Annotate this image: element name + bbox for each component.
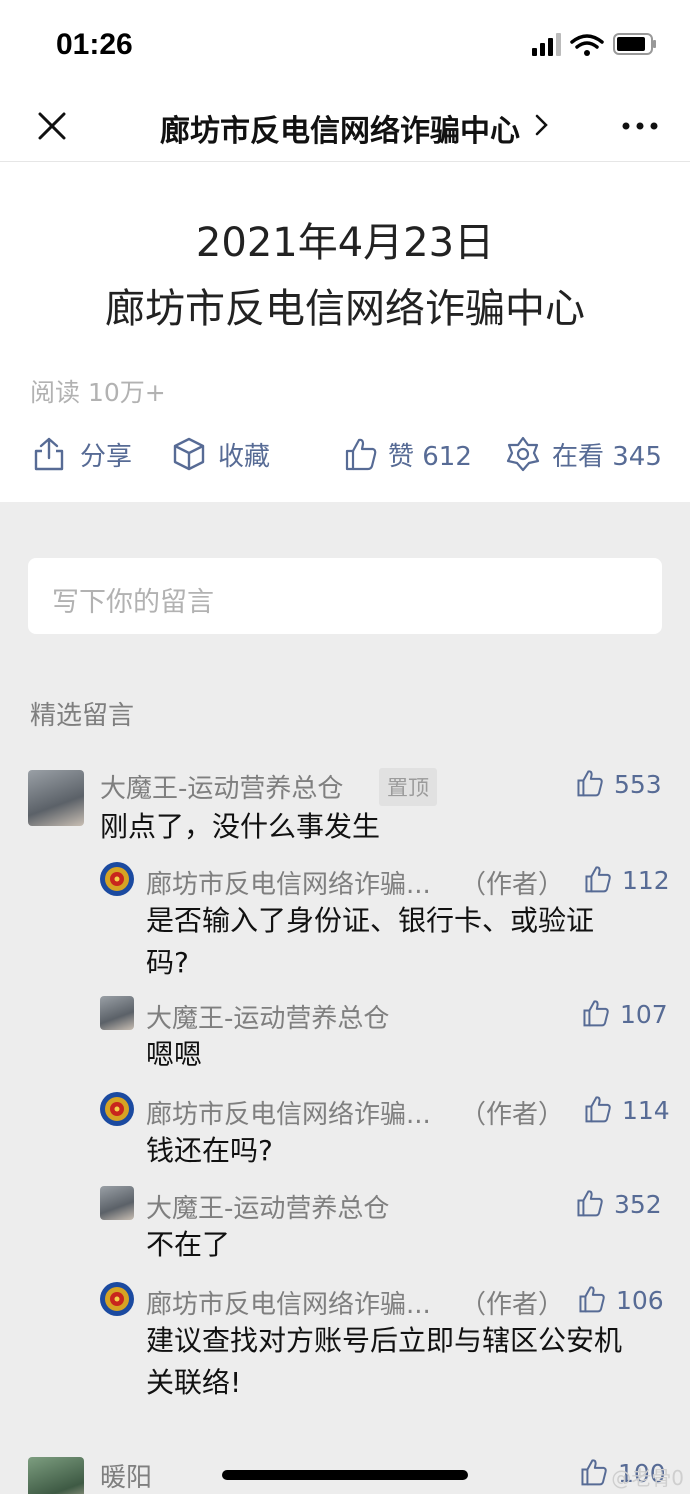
reply-like-count: 107 [620, 1000, 668, 1029]
share-button[interactable]: 分享 [32, 432, 142, 476]
police-badge-avatar[interactable] [100, 1092, 134, 1126]
avatar[interactable] [100, 996, 134, 1030]
thumbs-up-icon [579, 1286, 605, 1313]
comment-input[interactable]: 写下你的留言 [28, 558, 662, 634]
reply-like-button[interactable]: 352 [576, 1188, 666, 1222]
comment-author[interactable]: 大魔王-运动营养总仓 [100, 768, 343, 805]
avatar[interactable] [28, 770, 84, 826]
favorite-label: 收藏 [218, 442, 271, 472]
reply-author[interactable]: 廊坊市反电信网络诈骗... [146, 864, 431, 901]
like-button[interactable]: 赞 612 [344, 432, 474, 476]
thumbs-up-icon [583, 1000, 609, 1027]
reply-text-line1: 是否输入了身份证、银行卡、或验证 [146, 904, 595, 937]
police-badge-avatar[interactable] [100, 862, 134, 896]
thumbs-up-icon [577, 1190, 603, 1217]
watermark: @老骨0 [611, 1466, 684, 1490]
reply-author[interactable]: 廊坊市反电信网络诈骗... [146, 1094, 431, 1131]
comment-like-button[interactable]: 553 [576, 768, 666, 802]
nav-bar: 廊坊市反电信网络诈骗中心 [0, 90, 690, 162]
close-button[interactable] [30, 104, 74, 148]
close-icon [38, 112, 66, 140]
avatar[interactable] [100, 1186, 134, 1220]
watching-button[interactable]: 在看 345 [506, 432, 666, 476]
reply-item: 大魔王-运动营养总仓 352 不在了 [0, 1186, 690, 1266]
share-icon [34, 437, 64, 471]
police-emblem-icon [105, 1097, 129, 1121]
status-bar: 01:26 [0, 0, 690, 90]
watching-count-label: 在看 345 [552, 442, 662, 472]
article-author-line: 廊坊市反电信网络诈骗中心 [105, 286, 585, 332]
like-count-label: 赞 612 [388, 442, 472, 472]
reply-item: 廊坊市反电信网络诈骗... （作者） 114 钱还在吗? [0, 1092, 690, 1172]
reply-like-count: 106 [616, 1286, 664, 1315]
featured-comments-title: 精选留言 [30, 701, 135, 731]
author-tag: （作者） [460, 1290, 565, 1320]
reply-like-count: 112 [622, 866, 670, 895]
police-badge-avatar[interactable] [100, 1282, 134, 1316]
author-tag: （作者） [460, 1100, 565, 1130]
pinned-badge: 置顶 [379, 768, 437, 806]
reply-author[interactable]: 大魔王-运动营养总仓 [146, 1188, 389, 1225]
chevron-right-icon[interactable] [533, 110, 551, 140]
thumbs-up-icon [585, 866, 611, 893]
reply-like-count: 352 [614, 1190, 662, 1219]
thumbs-up-icon [345, 438, 377, 471]
reply-item: 大魔王-运动营养总仓 107 嗯嗯 [0, 996, 690, 1076]
author-tag: （作者） [460, 870, 565, 900]
reply-item: 廊坊市反电信网络诈骗... （作者） 106 建议查找对方账号后立即与辖区公安机… [0, 1282, 690, 1402]
comment-input-placeholder: 写下你的留言 [52, 587, 214, 618]
comment-item: 大魔王-运动营养总仓 置顶 553 刚点了，没什么事发生 [0, 768, 690, 843]
reply-like-button[interactable]: 106 [578, 1284, 668, 1318]
read-count: 阅读 10万+ [30, 378, 166, 407]
police-emblem-icon [105, 1287, 129, 1311]
cube-favorite-icon [173, 437, 205, 471]
reply-text: 不在了 [146, 1228, 231, 1261]
thumbs-up-icon [581, 1459, 607, 1486]
comment-like-count: 553 [614, 770, 662, 799]
comment-text: 刚点了，没什么事发生 [100, 810, 381, 843]
reply-author[interactable]: 大魔王-运动营养总仓 [146, 998, 389, 1035]
more-dots-icon [622, 122, 658, 130]
comment-author[interactable]: 暖阳 [100, 1457, 152, 1494]
more-button[interactable] [620, 108, 660, 144]
share-label: 分享 [80, 442, 133, 472]
article-header: 2021年4月23日 廊坊市反电信网络诈骗中心 阅读 10万+ 分享 收藏 赞 … [0, 162, 690, 502]
reply-text-line1: 建议查找对方账号后立即与辖区公安机 [146, 1324, 623, 1357]
thumbs-up-icon [577, 770, 603, 797]
reply-text-line2: 码? [146, 946, 189, 979]
article-date: 2021年4月23日 [195, 220, 495, 266]
home-indicator[interactable] [222, 1470, 468, 1480]
reply-like-button[interactable]: 114 [584, 1094, 674, 1128]
status-icons [530, 30, 660, 60]
reply-author[interactable]: 廊坊市反电信网络诈骗... [146, 1284, 431, 1321]
watching-flower-icon [506, 436, 540, 472]
reply-item: 廊坊市反电信网络诈骗... （作者） 112 是否输入了身份证、银行卡、或验证 … [0, 862, 690, 982]
reply-like-button[interactable]: 112 [584, 864, 674, 898]
reply-text: 钱还在吗? [146, 1134, 273, 1167]
police-emblem-icon [105, 867, 129, 891]
reply-text-line2: 关联络! [146, 1366, 242, 1399]
status-time: 01:26 [56, 28, 133, 61]
signal-wifi-battery-icon [532, 33, 656, 56]
reply-like-button[interactable]: 107 [582, 998, 672, 1032]
account-title[interactable]: 廊坊市反电信网络诈骗中心 [160, 106, 520, 150]
thumbs-up-icon [585, 1096, 611, 1123]
avatar[interactable] [28, 1457, 84, 1494]
favorite-button[interactable]: 收藏 [172, 432, 282, 476]
reply-text: 嗯嗯 [146, 1038, 203, 1071]
reply-like-count: 114 [622, 1096, 670, 1125]
